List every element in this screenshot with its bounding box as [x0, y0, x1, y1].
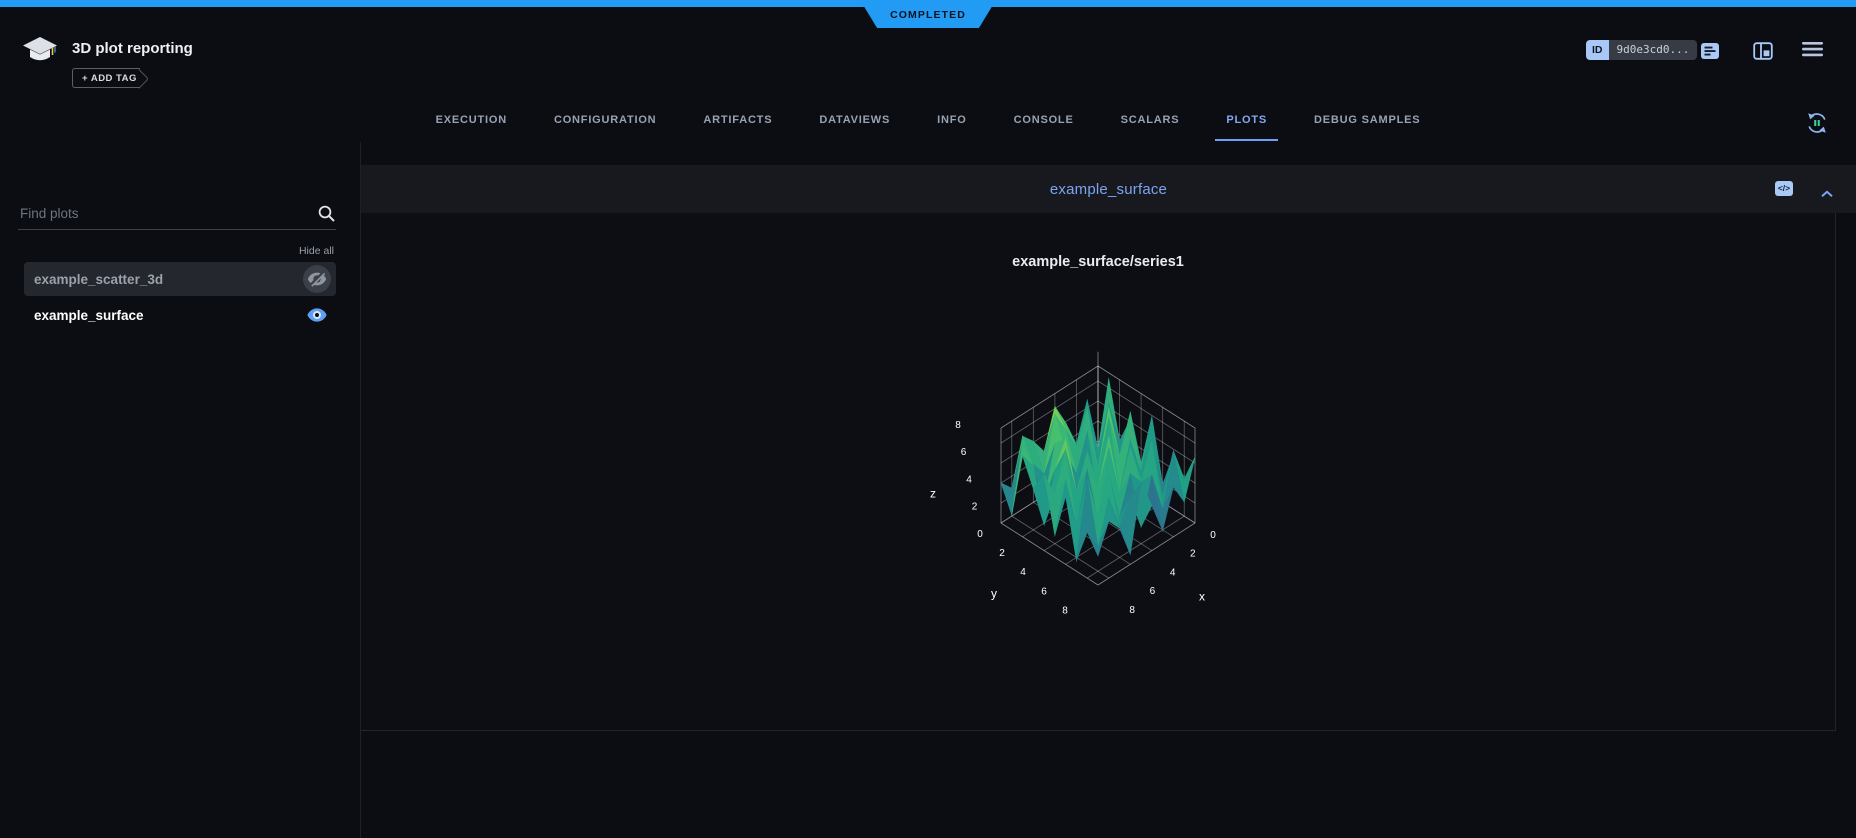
surface-plot-canvas[interactable]: [908, 325, 1288, 655]
plot-item-label: example_surface: [34, 308, 144, 323]
chevron-up-icon[interactable]: [1820, 185, 1834, 203]
auto-refresh-button[interactable]: [1804, 110, 1830, 141]
tab-dataviews[interactable]: DATAVIEWS: [819, 112, 890, 141]
tab-execution[interactable]: EXECUTION: [436, 112, 507, 141]
tab-bar: EXECUTION CONFIGURATION ARTIFACTS DATAVIEWS…: [0, 112, 1856, 141]
plot-list-item[interactable]: example_scatter_3d: [24, 262, 336, 296]
tab-console[interactable]: CONSOLE: [1014, 112, 1074, 141]
experiment-id-chip[interactable]: ID 9d0e3cd0...: [1586, 40, 1697, 60]
search-input[interactable]: [18, 205, 314, 222]
plot-panel-title: example_surface: [1050, 181, 1167, 198]
plot-list-item[interactable]: example_surface: [24, 298, 336, 332]
eye-icon[interactable]: [303, 301, 331, 329]
search-icon[interactable]: [314, 204, 336, 223]
experiment-title: 3D plot reporting: [72, 40, 193, 57]
plots-sidebar: Hide all example_scatter_3d example_surfa…: [0, 142, 361, 838]
menu-icon[interactable]: [1802, 42, 1823, 62]
tab-info[interactable]: INFO: [937, 112, 966, 141]
tab-debug-samples[interactable]: DEBUG SAMPLES: [1314, 112, 1420, 141]
tab-scalars[interactable]: SCALARS: [1121, 112, 1180, 141]
layout-panel-icon[interactable]: [1753, 42, 1773, 65]
id-label: ID: [1586, 40, 1609, 60]
tab-artifacts[interactable]: ARTIFACTS: [703, 112, 772, 141]
plot-item-label: example_scatter_3d: [34, 272, 163, 287]
plots-main-area: example_surface </> example_surface/seri…: [361, 142, 1856, 838]
hide-all-button[interactable]: Hide all: [299, 245, 334, 257]
plot-subtitle: example_surface/series1: [361, 254, 1835, 270]
plot-panel-header: example_surface </>: [361, 165, 1856, 213]
status-badge: COMPLETED: [860, 0, 996, 28]
details-icon[interactable]: [1700, 42, 1720, 65]
plot-panel-body: example_surface/series1: [361, 213, 1836, 731]
code-icon[interactable]: </>: [1775, 181, 1793, 196]
plot-list: example_scatter_3d example_surface: [24, 262, 336, 334]
id-value: 9d0e3cd0...: [1609, 40, 1698, 60]
plot-search-row: [18, 198, 336, 230]
add-tag-button[interactable]: + ADD TAG: [72, 68, 140, 88]
experiment-type-icon: [22, 36, 58, 71]
tab-plots[interactable]: PLOTS: [1215, 112, 1278, 141]
tab-configuration[interactable]: CONFIGURATION: [554, 112, 656, 141]
eye-off-icon[interactable]: [303, 265, 331, 293]
